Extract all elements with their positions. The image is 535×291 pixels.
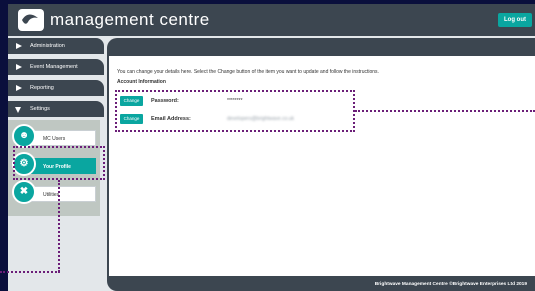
change-password-button[interactable]: Change: [120, 96, 143, 106]
highlight-connector-down: [58, 180, 60, 272]
gears-icon: ⚙: [12, 152, 36, 176]
triangle-down-icon: [15, 107, 21, 113]
submenu-item-label: MC Users: [43, 136, 66, 142]
email-value: developers@brightwave.co.uk: [227, 116, 295, 122]
intro-text: You can change your details here. Select…: [117, 69, 379, 75]
top-bar: management centre Log out: [8, 4, 535, 36]
main-content: You can change your details here. Select…: [107, 38, 535, 291]
sidebar-item-event-management[interactable]: Event Management: [8, 59, 104, 75]
password-value: ********: [227, 98, 243, 104]
sidebar-item-label: Settings: [30, 106, 50, 112]
submenu-item-label: Your Profile: [43, 164, 71, 170]
triangle-right-icon: [16, 85, 22, 91]
highlight-connector-right: [355, 110, 535, 112]
change-email-button[interactable]: Change: [120, 114, 143, 124]
sidebar-item-reporting[interactable]: Reporting: [8, 80, 104, 96]
sidebar: Administration Event Management Reportin…: [8, 38, 104, 122]
section-title: Account Information: [117, 79, 166, 85]
triangle-right-icon: [16, 64, 22, 70]
password-label: Password:: [151, 98, 179, 104]
sidebar-item-administration[interactable]: Administration: [8, 38, 104, 54]
sidebar-item-settings[interactable]: Settings: [8, 101, 104, 117]
settings-submenu: MC Users ☻ Your Profile ⚙ Utilities ✖: [8, 120, 100, 216]
sidebar-item-label: Event Management: [30, 64, 78, 70]
highlight-connector-left: [0, 271, 60, 273]
tools-icon: ✖: [12, 180, 36, 204]
app-title: management centre: [50, 10, 210, 29]
sidebar-item-label: Reporting: [30, 85, 54, 91]
users-icon: ☻: [12, 124, 36, 148]
profile-panel: You can change your details here. Select…: [109, 56, 535, 276]
brightwave-logo-icon: [18, 9, 44, 31]
submenu-item-label: Utilities: [43, 192, 60, 198]
sidebar-item-label: Administration: [30, 43, 65, 49]
email-label: Email Address:: [151, 116, 191, 122]
logout-button[interactable]: Log out: [498, 13, 532, 27]
footer-text: Brightwave Management Centre ©Brightwave…: [374, 282, 527, 287]
triangle-right-icon: [16, 43, 22, 49]
app-window: management centre Log out Administration…: [8, 4, 535, 291]
